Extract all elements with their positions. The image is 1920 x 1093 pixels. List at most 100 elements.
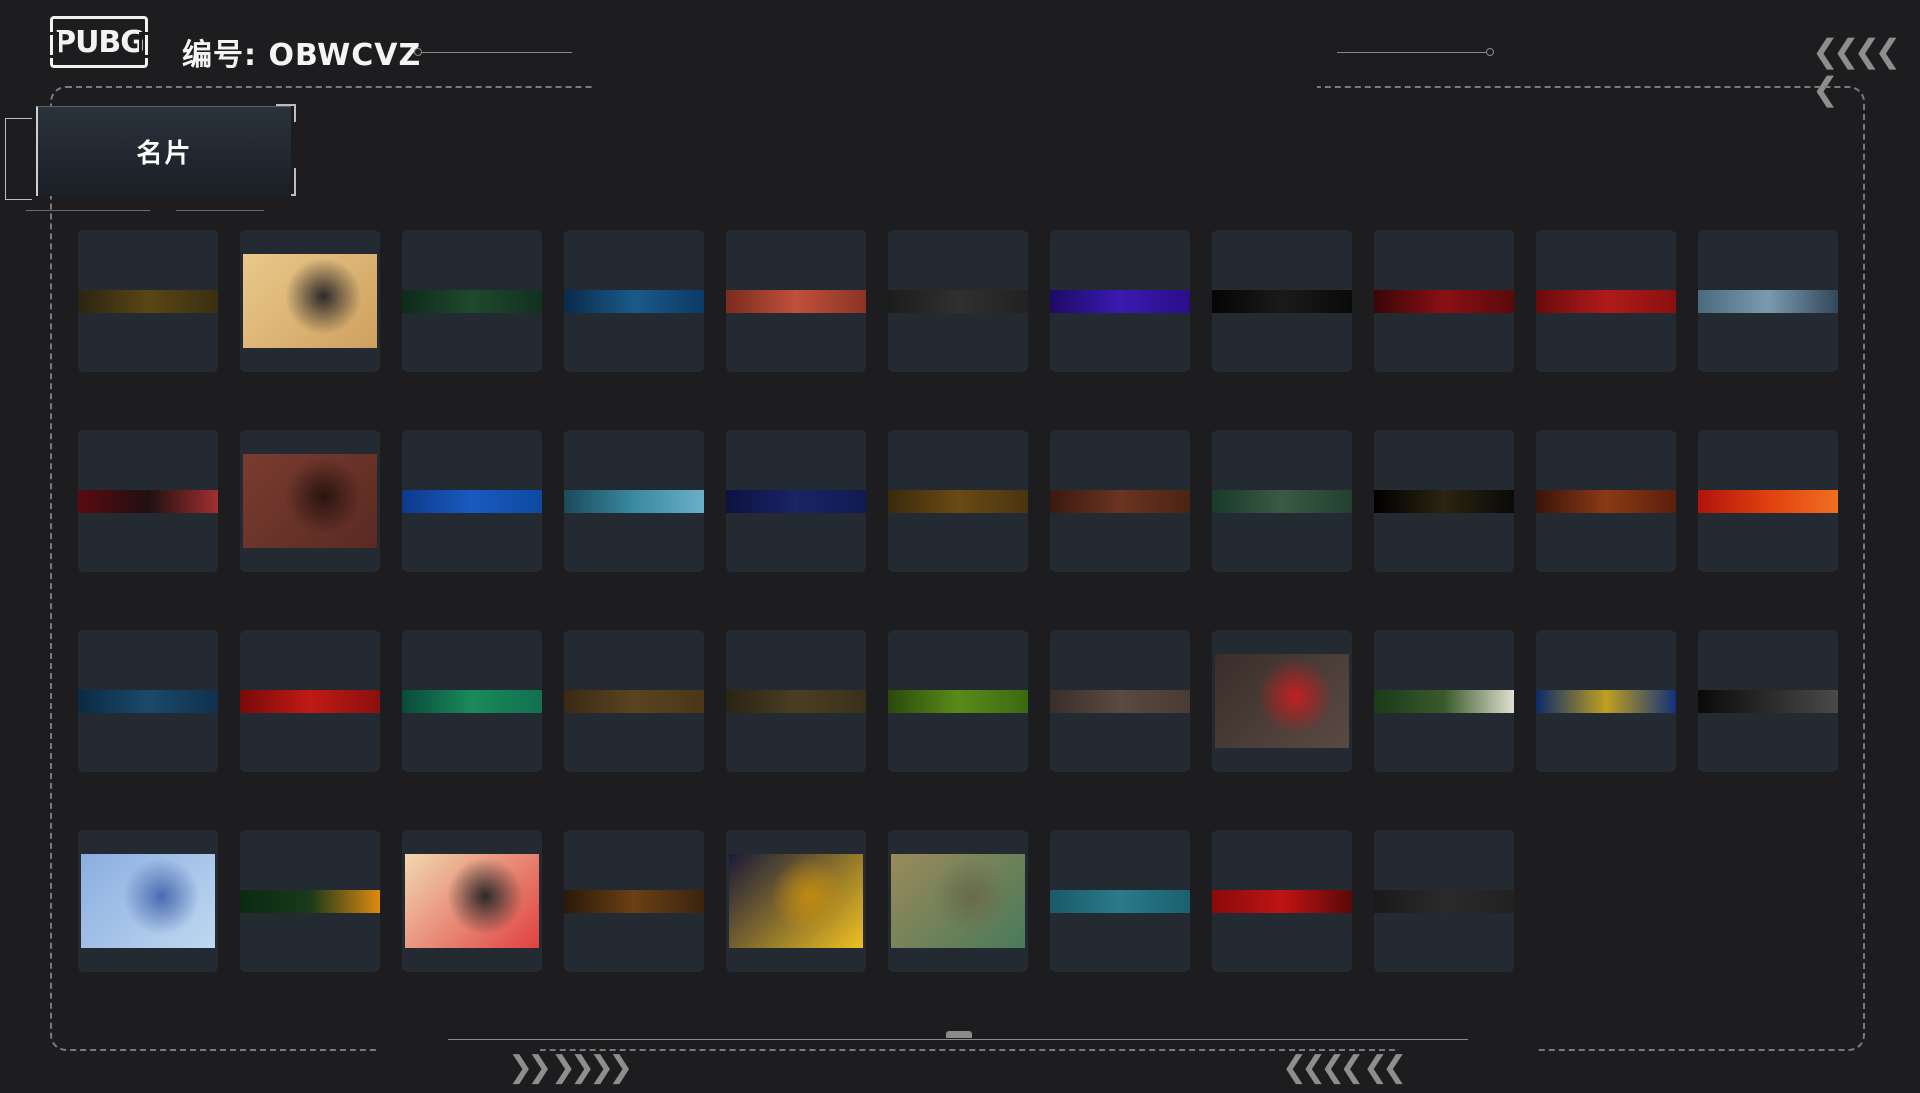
- card-banner-strip: [240, 890, 380, 913]
- card-banner-strip: [1212, 490, 1352, 513]
- card-banner-strip: [726, 290, 866, 313]
- business-card-item[interactable]: [564, 230, 704, 372]
- bottom-rule: [448, 1039, 1468, 1040]
- card-banner-strip: [1050, 890, 1190, 913]
- business-card-item[interactable]: [1536, 630, 1676, 772]
- business-card-item[interactable]: [564, 430, 704, 572]
- business-card-item[interactable]: [1374, 630, 1514, 772]
- card-banner-strip: [240, 690, 380, 713]
- business-card-item[interactable]: [888, 630, 1028, 772]
- tiger-illustration-icon: [243, 254, 377, 348]
- tab-bracket-outer: [5, 118, 32, 200]
- business-card-item[interactable]: [888, 430, 1028, 572]
- card-banner-strip: [1374, 290, 1514, 313]
- tab-underline-left: [26, 210, 150, 211]
- business-card-item[interactable]: [1374, 430, 1514, 572]
- red-goggles-illustration-icon: [405, 854, 539, 948]
- frame-gap-bottom-right: [1395, 1044, 1535, 1056]
- card-banner-strip: [402, 490, 542, 513]
- header-rule-dot-left: [414, 48, 422, 56]
- header-rule-left: [422, 52, 572, 53]
- card-banner-strip: [402, 290, 542, 313]
- id-label: 编号: [182, 38, 244, 73]
- business-card-item[interactable]: [1050, 230, 1190, 372]
- card-banner-strip: [888, 290, 1028, 313]
- business-card-item[interactable]: [78, 830, 218, 972]
- card-banner-strip: [1698, 690, 1838, 713]
- business-card-item[interactable]: [78, 230, 218, 372]
- card-banner-strip: [1698, 490, 1838, 513]
- card-banner-strip: [78, 290, 218, 313]
- business-card-item[interactable]: [402, 830, 542, 972]
- card-banner-strip: [888, 690, 1028, 713]
- frame-gap-top: [592, 80, 1317, 92]
- card-banner-strip: [564, 490, 704, 513]
- business-card-item[interactable]: [1698, 430, 1838, 572]
- card-banner-strip: [1050, 690, 1190, 713]
- business-card-item[interactable]: [1212, 430, 1352, 572]
- tab-underline-right: [176, 210, 264, 211]
- business-card-item[interactable]: [1374, 830, 1514, 972]
- business-card-item[interactable]: [78, 630, 218, 772]
- plague-doctor-illustration-icon: [1215, 654, 1349, 748]
- business-card-item[interactable]: [1212, 630, 1352, 772]
- card-banner-strip: [1050, 490, 1190, 513]
- business-card-item[interactable]: [78, 430, 218, 572]
- card-banner-strip: [564, 290, 704, 313]
- business-card-item[interactable]: [1050, 830, 1190, 972]
- business-card-item[interactable]: [240, 630, 380, 772]
- card-banner-strip: [1212, 290, 1352, 313]
- card-banner-strip: [1374, 890, 1514, 913]
- card-banner-strip: [1050, 290, 1190, 313]
- business-card-item[interactable]: [888, 230, 1028, 372]
- business-card-item[interactable]: [1374, 230, 1514, 372]
- card-banner-strip: [78, 690, 218, 713]
- business-card-item[interactable]: [1536, 430, 1676, 572]
- gold-number-eight-icon: [729, 854, 863, 948]
- business-card-item[interactable]: [1050, 430, 1190, 572]
- business-card-item[interactable]: [240, 830, 380, 972]
- business-card-item[interactable]: [240, 230, 380, 372]
- card-banner-strip: [1698, 290, 1838, 313]
- player-id: 编号: OBWCVZ: [182, 30, 421, 74]
- header-rule-dot-right: [1486, 48, 1494, 56]
- tab-business-card[interactable]: 名片: [36, 106, 291, 196]
- header-rule-right: [1337, 52, 1487, 53]
- card-banner-strip: [1212, 890, 1352, 913]
- pubg-logo: PUBG: [45, 16, 153, 68]
- card-banner-strip: [564, 890, 704, 913]
- bottom-right-chevrons-icon: ❮❮❮❮ ❮❮: [1282, 1050, 1407, 1085]
- id-separator: :: [244, 38, 257, 73]
- business-card-item[interactable]: [726, 430, 866, 572]
- business-card-item[interactable]: [1212, 830, 1352, 972]
- business-card-item[interactable]: [726, 830, 866, 972]
- business-card-item[interactable]: [726, 630, 866, 772]
- business-card-item[interactable]: [1212, 230, 1352, 372]
- business-card-item[interactable]: [1536, 230, 1676, 372]
- bottom-left-chevrons-icon: ❯❯ ❯❯❯❯: [508, 1050, 633, 1085]
- winter-village-illustration-icon: [81, 854, 215, 948]
- card-banner-strip: [1536, 290, 1676, 313]
- wolf-illustration-icon: [243, 454, 377, 548]
- card-grid: [78, 230, 1838, 972]
- card-banner-strip: [726, 690, 866, 713]
- frog-knight-illustration-icon: [891, 854, 1025, 948]
- business-card-item[interactable]: [1698, 230, 1838, 372]
- card-banner-strip: [1536, 490, 1676, 513]
- business-card-item[interactable]: [402, 230, 542, 372]
- business-card-item[interactable]: [240, 430, 380, 572]
- business-card-item[interactable]: [564, 830, 704, 972]
- business-card-item[interactable]: [564, 630, 704, 772]
- scroll-indicator[interactable]: [946, 1031, 972, 1038]
- business-card-item[interactable]: [402, 630, 542, 772]
- card-banner-strip: [726, 490, 866, 513]
- business-card-item[interactable]: [726, 230, 866, 372]
- business-card-item[interactable]: [1698, 630, 1838, 772]
- business-card-item[interactable]: [402, 430, 542, 572]
- card-banner-strip: [402, 690, 542, 713]
- card-banner-strip: [564, 690, 704, 713]
- business-card-item[interactable]: [888, 830, 1028, 972]
- card-banner-strip: [888, 490, 1028, 513]
- card-banner-strip: [1536, 690, 1676, 713]
- business-card-item[interactable]: [1050, 630, 1190, 772]
